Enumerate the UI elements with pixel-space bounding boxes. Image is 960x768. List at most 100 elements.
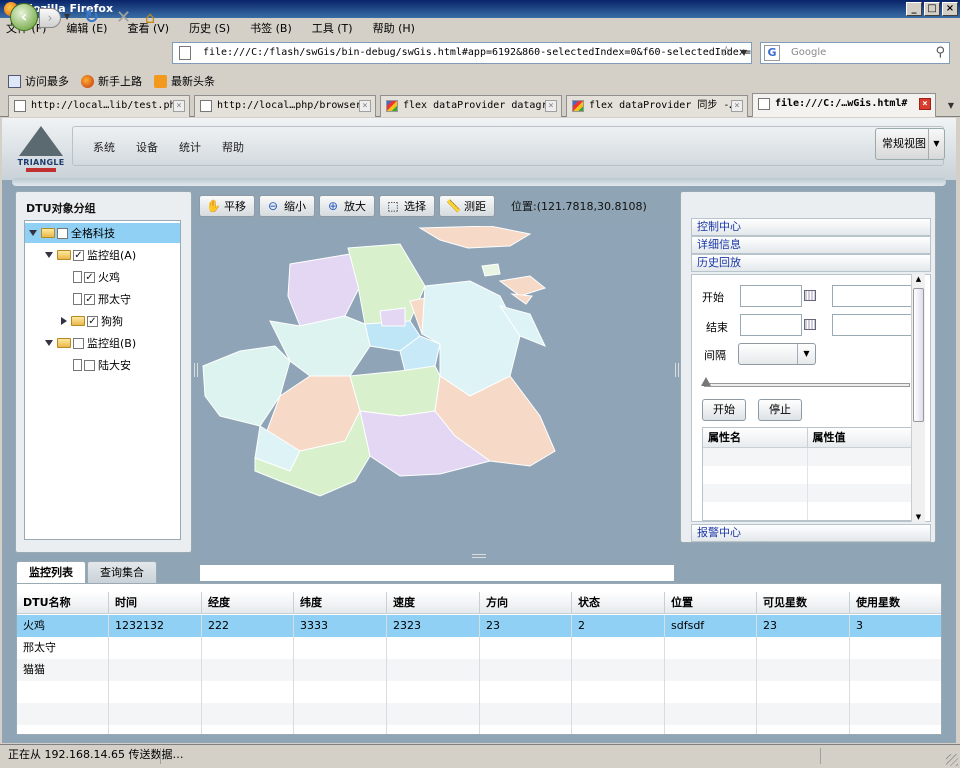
node-checkbox[interactable] bbox=[84, 359, 95, 371]
column-header[interactable]: 位置 bbox=[665, 592, 757, 613]
url-dropdown-icon[interactable]: ▼ bbox=[741, 48, 747, 57]
maximize-button[interactable]: □ bbox=[924, 2, 940, 16]
tree-node[interactable]: 陆大安 bbox=[25, 355, 180, 375]
tab-close-icon[interactable]: × bbox=[545, 100, 557, 112]
calendar-icon[interactable] bbox=[804, 290, 816, 301]
nav-device[interactable]: 设备 bbox=[136, 139, 158, 155]
menu-history[interactable]: 历史 (S) bbox=[189, 20, 230, 36]
right-splitter-handle[interactable] bbox=[675, 363, 679, 377]
bookmark-star-icon[interactable]: ☆ bbox=[720, 44, 733, 60]
accordion-history-playback[interactable]: 历史回放 bbox=[691, 254, 931, 272]
panel-scrollbar[interactable]: ▲ ▼ bbox=[911, 274, 925, 522]
expand-down-icon[interactable] bbox=[45, 340, 53, 346]
column-header-property-name[interactable]: 属性名 bbox=[703, 428, 808, 447]
bookmark-getting-started[interactable]: 新手上路 bbox=[81, 73, 142, 89]
select-button[interactable]: ⬚ 选择 bbox=[379, 195, 435, 217]
tab-close-icon[interactable]: × bbox=[919, 98, 931, 110]
table-row[interactable] bbox=[703, 502, 911, 520]
tree-node[interactable]: 监控组(B) bbox=[25, 333, 180, 353]
start-playback-button[interactable]: 开始 bbox=[702, 399, 746, 421]
tree-node[interactable]: 全格科技 bbox=[25, 223, 180, 243]
scroll-up-icon[interactable]: ▲ bbox=[914, 275, 923, 283]
node-checkbox[interactable]: ✓ bbox=[84, 271, 95, 283]
calendar-icon[interactable] bbox=[804, 319, 816, 330]
node-checkbox[interactable]: ✓ bbox=[87, 315, 98, 327]
tab-close-icon[interactable]: × bbox=[173, 100, 185, 112]
reload-icon[interactable]: ↻ bbox=[84, 7, 99, 28]
search-icon[interactable]: ⚲ bbox=[935, 43, 945, 63]
zoom-in-button[interactable]: ⊕ 放大 bbox=[319, 195, 375, 217]
table-row[interactable]: 邢太守 bbox=[17, 637, 941, 659]
table-row[interactable] bbox=[703, 484, 911, 502]
map-bottom-splitter-handle[interactable] bbox=[472, 554, 486, 558]
menu-help[interactable]: 帮助 (H) bbox=[373, 20, 415, 36]
nav-system[interactable]: 系统 bbox=[93, 139, 115, 155]
start-date-input[interactable] bbox=[740, 285, 802, 307]
menu-bookmarks[interactable]: 书签 (B) bbox=[250, 20, 292, 36]
expand-down-icon[interactable] bbox=[45, 252, 53, 258]
browser-tab-3[interactable]: flex dataProvider datagr… × bbox=[380, 95, 562, 117]
table-row[interactable] bbox=[17, 703, 941, 725]
stop-icon[interactable]: ✕ bbox=[116, 7, 131, 28]
left-splitter-handle[interactable] bbox=[194, 363, 198, 377]
table-row[interactable] bbox=[17, 681, 941, 703]
back-button[interactable]: ‹ bbox=[10, 3, 38, 31]
accordion-alarm-center[interactable]: 报警中心 bbox=[691, 524, 931, 542]
tab-close-icon[interactable]: × bbox=[359, 100, 371, 112]
table-row[interactable] bbox=[17, 725, 941, 734]
forward-button[interactable]: › bbox=[39, 8, 61, 28]
table-row[interactable]: 猫猫 bbox=[17, 659, 941, 681]
map-canvas[interactable] bbox=[200, 226, 674, 561]
browser-tab-4[interactable]: flex dataProvider 同步 -… × bbox=[566, 95, 748, 117]
close-window-button[interactable]: × bbox=[942, 2, 958, 16]
bookmark-latest-headlines[interactable]: 最新头条 bbox=[154, 73, 215, 89]
zoom-out-button[interactable]: ⊖ 缩小 bbox=[259, 195, 315, 217]
column-header[interactable]: 可见星数 bbox=[757, 592, 850, 613]
expand-down-icon[interactable] bbox=[29, 230, 37, 236]
url-bar[interactable]: file:///C:/flash/swGis/bin-debug/swGis.h… bbox=[172, 42, 752, 64]
playback-slider[interactable] bbox=[701, 377, 910, 387]
nav-help[interactable]: 帮助 bbox=[222, 139, 244, 155]
nav-statistics[interactable]: 统计 bbox=[179, 139, 201, 155]
pan-button[interactable]: ✋ 平移 bbox=[199, 195, 255, 217]
search-input[interactable]: G Google ⚲ bbox=[760, 42, 950, 64]
scroll-down-icon[interactable]: ▼ bbox=[914, 513, 923, 521]
browser-tab-2[interactable]: http://local…php/browser/ × bbox=[194, 95, 376, 117]
measure-button[interactable]: 📏 测距 bbox=[439, 195, 495, 217]
tree-node[interactable]: ✓ 狗狗 bbox=[25, 311, 180, 331]
interval-select[interactable]: ▼ bbox=[738, 343, 816, 365]
accordion-control-center[interactable]: 控制中心 bbox=[691, 218, 931, 236]
accordion-detail-info[interactable]: 详细信息 bbox=[691, 236, 931, 254]
column-header-property-value[interactable]: 属性值 bbox=[808, 428, 912, 447]
tab-close-icon[interactable]: × bbox=[731, 100, 743, 112]
tree-node[interactable]: ✓ 监控组(A) bbox=[25, 245, 180, 265]
google-engine-icon[interactable]: G bbox=[764, 45, 780, 61]
column-header[interactable]: 方向 bbox=[480, 592, 572, 613]
table-row[interactable] bbox=[703, 466, 911, 484]
menu-tools[interactable]: 工具 (T) bbox=[312, 20, 353, 36]
stop-playback-button[interactable]: 停止 bbox=[758, 399, 802, 421]
end-date-input[interactable] bbox=[740, 314, 802, 336]
minimize-button[interactable]: _ bbox=[906, 2, 922, 16]
chevron-down-icon[interactable]: ▼ bbox=[928, 129, 944, 159]
view-mode-button[interactable]: 常规视图 ▼ bbox=[875, 128, 945, 160]
history-dropdown-icon[interactable]: ▼ bbox=[64, 12, 70, 21]
column-header[interactable]: 经度 bbox=[202, 592, 294, 613]
tree-node[interactable]: ✓ 火鸡 bbox=[25, 267, 180, 287]
column-header[interactable]: 时间 bbox=[109, 592, 202, 613]
tab-monitor-list[interactable]: 监控列表 bbox=[16, 561, 86, 583]
home-icon[interactable]: ⌂ bbox=[145, 8, 155, 27]
table-row[interactable]: 火鸡 1232132 222 3333 2323 23 2 sdfsdf 23 3 bbox=[17, 615, 941, 637]
tree-node[interactable]: ✓ 邢太守 bbox=[25, 289, 180, 309]
node-checkbox[interactable] bbox=[73, 337, 84, 349]
expand-right-icon[interactable] bbox=[61, 317, 67, 325]
column-header[interactable]: 纬度 bbox=[294, 592, 387, 613]
browser-tab-active[interactable]: file:///C:/…wGis.html# × bbox=[752, 93, 936, 117]
chevron-down-icon[interactable]: ▼ bbox=[797, 344, 815, 364]
tab-query-set[interactable]: 查询集合 bbox=[87, 561, 157, 583]
end-time-input[interactable] bbox=[832, 314, 912, 336]
table-row[interactable] bbox=[703, 448, 911, 466]
node-checkbox[interactable]: ✓ bbox=[84, 293, 95, 305]
tab-list-dropdown-icon[interactable]: ▼ bbox=[944, 97, 958, 115]
scrollbar-thumb[interactable] bbox=[913, 288, 924, 422]
